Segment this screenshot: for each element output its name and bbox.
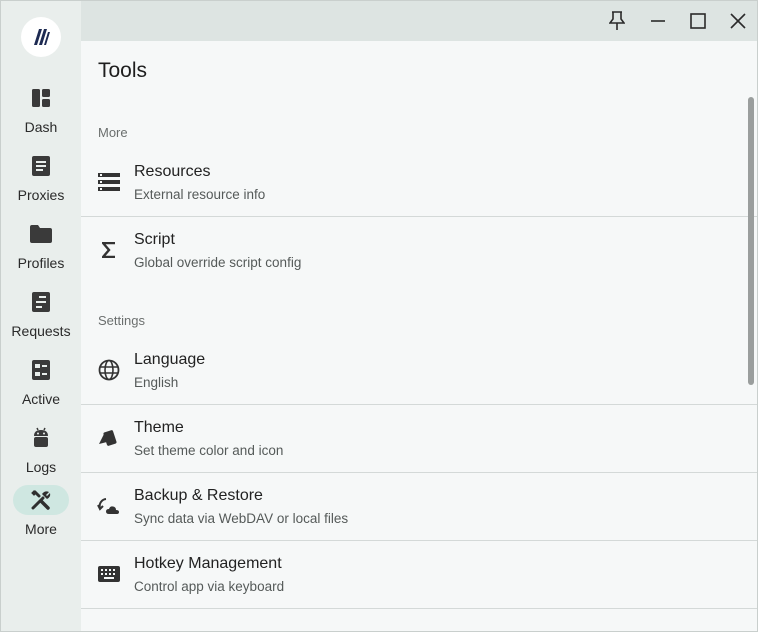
title-bar (81, 1, 757, 41)
maximize-icon (690, 13, 706, 29)
connections-icon (13, 355, 69, 385)
list-item-subtitle: Sync data via WebDAV or local files (134, 511, 349, 526)
pin-button[interactable] (597, 1, 637, 41)
globe-icon (97, 358, 121, 382)
requests-icon (13, 287, 69, 317)
page-title: Tools (98, 59, 148, 82)
nav-item-profiles[interactable]: Profiles (1, 213, 81, 277)
nav-label: Profiles (17, 255, 65, 271)
nav-label: Proxies (17, 187, 65, 203)
minimize-icon (651, 20, 665, 22)
nav-label: Requests (11, 323, 71, 339)
nav-item-dash[interactable]: Dash (1, 77, 81, 141)
list-item-title: Language (134, 351, 206, 368)
list-item-hotkey-management[interactable]: Hotkey Management Control app via keyboa… (81, 540, 741, 608)
app-window: Dash Proxies Profiles Requests Active Lo… (0, 0, 758, 632)
proxies-icon (13, 151, 69, 181)
list-item-subtitle: Global override script config (134, 255, 302, 270)
android-icon (13, 423, 69, 453)
nav-item-active[interactable]: Active (1, 349, 81, 413)
maximize-button[interactable] (678, 1, 718, 41)
list-item-subtitle: Set theme color and icon (134, 443, 284, 458)
nav-label: Logs (25, 459, 57, 475)
sidebar: Dash Proxies Profiles Requests Active Lo… (1, 1, 81, 631)
nav-label: Active (21, 391, 61, 407)
vertical-scrollbar[interactable] (748, 97, 754, 385)
list-item-theme[interactable]: Theme Set theme color and icon (81, 404, 741, 472)
app-logo (21, 17, 61, 57)
folder-icon (13, 219, 69, 249)
nav-item-more[interactable]: More (1, 479, 81, 543)
list-item-title: Backup & Restore (134, 487, 263, 504)
section-label-more: More (98, 125, 128, 140)
main-content: Tools More Resources External resource i… (81, 41, 757, 631)
nav-label: More (25, 521, 57, 537)
logo-icon (34, 29, 50, 45)
nav-item-proxies[interactable]: Proxies (1, 145, 81, 209)
section-label-settings: Settings (98, 313, 145, 328)
keyboard-icon (97, 562, 121, 586)
list-item-subtitle: English (134, 375, 179, 390)
tools-icon (13, 485, 69, 515)
list-item-title: Hotkey Management (134, 555, 282, 572)
pin-icon (609, 11, 625, 30)
list-item-title: Script (134, 231, 175, 248)
close-button[interactable] (718, 1, 757, 41)
nav-item-logs[interactable]: Logs (1, 417, 81, 481)
palette-icon (97, 426, 121, 450)
list-item-title: Resources (134, 163, 211, 180)
close-icon (730, 13, 746, 29)
nav-item-requests[interactable]: Requests (1, 281, 81, 345)
sigma-icon (97, 238, 121, 262)
dashboard-icon (13, 83, 69, 113)
list-item-subtitle: Control app via keyboard (134, 579, 285, 594)
nav-label: Dash (24, 119, 58, 135)
storage-icon (97, 170, 121, 194)
list-item-subtitle: External resource info (134, 187, 266, 202)
divider (81, 608, 757, 609)
list-item-language[interactable]: Language English (81, 336, 741, 404)
cloud-sync-icon (97, 494, 121, 518)
list-item-title: Theme (134, 419, 184, 436)
list-item-resources[interactable]: Resources External resource info (81, 148, 741, 216)
minimize-button[interactable] (638, 1, 678, 41)
list-item-backup-restore[interactable]: Backup & Restore Sync data via WebDAV or… (81, 472, 741, 540)
list-item-script[interactable]: Script Global override script config (81, 216, 741, 284)
